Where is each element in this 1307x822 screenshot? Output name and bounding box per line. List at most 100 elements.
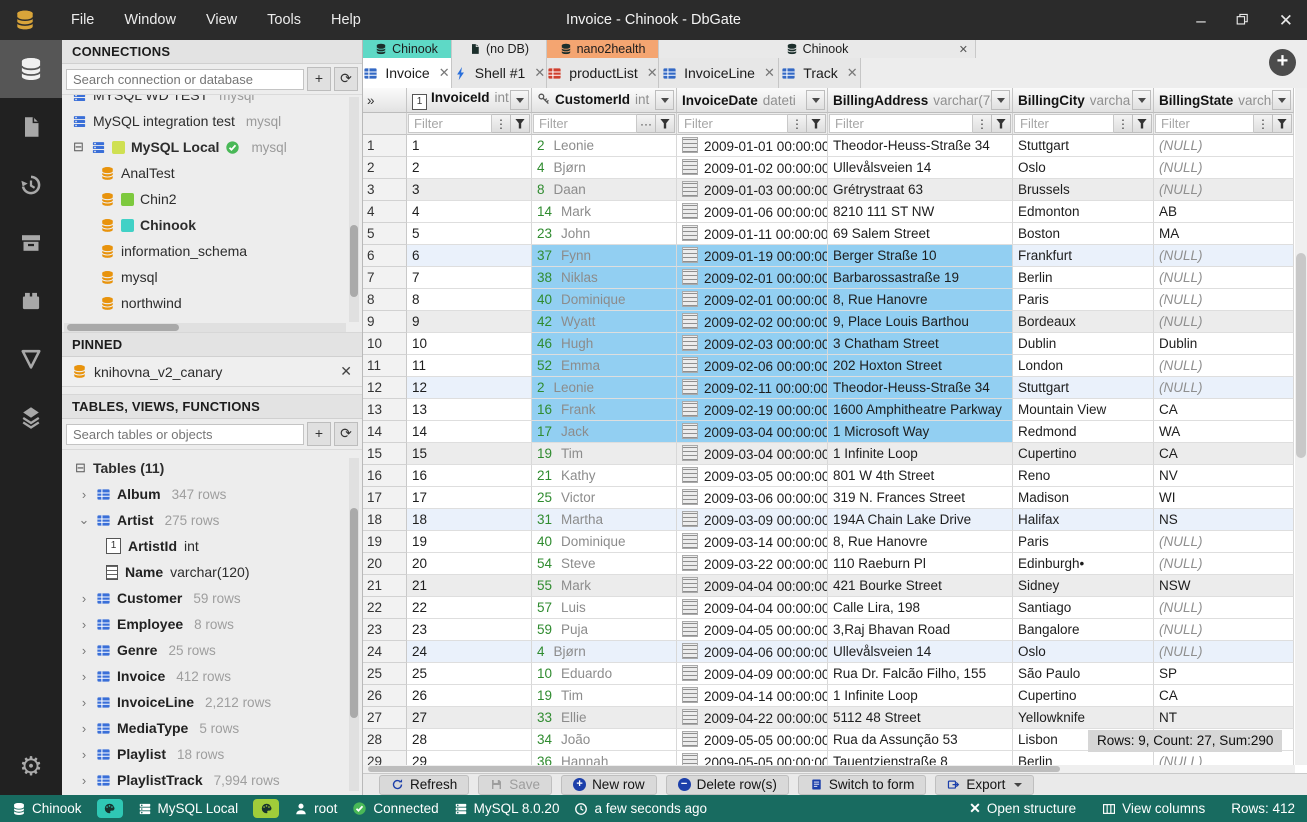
filter-funnel-button[interactable] bbox=[1133, 114, 1152, 133]
cell-billingstate[interactable]: (NULL) bbox=[1154, 641, 1294, 663]
chevron-right-icon[interactable]: › bbox=[78, 721, 90, 736]
status-connected[interactable]: Connected bbox=[352, 801, 439, 816]
cell-billingstate[interactable]: SP bbox=[1154, 663, 1294, 685]
cell-billingaddress[interactable]: 9, Place Louis Barthou bbox=[828, 311, 1013, 333]
grid-vertical-scrollbar[interactable] bbox=[1295, 88, 1307, 765]
row-number-cell[interactable]: 15 bbox=[362, 443, 407, 465]
restore-button[interactable] bbox=[1236, 12, 1249, 29]
collapse-icon[interactable]: ⊟ bbox=[74, 460, 87, 476]
cell-invoicedate[interactable]: 2009-02-03 00:00:00 bbox=[677, 333, 828, 355]
cell-billingstate[interactable]: (NULL) bbox=[1154, 245, 1294, 267]
cell-editor-icon[interactable] bbox=[682, 467, 698, 483]
cell-billingaddress[interactable]: Rua da Assunção 53 bbox=[828, 729, 1013, 751]
cell-billingcity[interactable]: Mountain View bbox=[1013, 399, 1154, 421]
cell-billingstate[interactable]: NS bbox=[1154, 509, 1294, 531]
chevron-right-icon[interactable]: › bbox=[78, 591, 90, 606]
cell-editor-icon[interactable] bbox=[682, 533, 698, 549]
cell-invoiceid[interactable]: 23 bbox=[407, 619, 532, 641]
db-tab-chinook[interactable]: Chinook bbox=[362, 40, 452, 58]
tab-track[interactable]: Track ✕ bbox=[779, 58, 861, 88]
cell-customerid[interactable]: 25 Victor bbox=[532, 487, 677, 509]
table-item-genre[interactable]: › Genre 25 rows bbox=[62, 637, 362, 663]
cell-customerid[interactable]: 40 Dominique bbox=[532, 289, 677, 311]
cell-billingstate[interactable]: (NULL) bbox=[1154, 157, 1294, 179]
delete-row-s--button[interactable]: − Delete row(s) bbox=[665, 774, 789, 795]
row-number-cell[interactable]: 4 bbox=[362, 201, 407, 223]
cell-billingstate[interactable]: (NULL) bbox=[1154, 597, 1294, 619]
column-header-invoiceid[interactable]: 1 InvoiceId int bbox=[407, 88, 532, 113]
cell-invoiceid[interactable]: 7 bbox=[407, 267, 532, 289]
scrollbar-thumb[interactable] bbox=[67, 324, 179, 331]
cell-invoicedate[interactable]: 2009-02-19 00:00:00 bbox=[677, 399, 828, 421]
cell-editor-icon[interactable] bbox=[682, 577, 698, 593]
cell-invoicedate[interactable]: 2009-02-01 00:00:00 bbox=[677, 289, 828, 311]
cell-editor-icon[interactable] bbox=[682, 643, 698, 659]
row-number-cell[interactable]: 1 bbox=[362, 135, 407, 157]
filter-funnel-button[interactable] bbox=[656, 114, 675, 133]
cell-editor-icon[interactable] bbox=[682, 511, 698, 527]
cell-billingaddress[interactable]: 8, Rue Hanovre bbox=[828, 289, 1013, 311]
cell-editor-icon[interactable] bbox=[682, 489, 698, 505]
connections-h-scrollbar[interactable] bbox=[64, 323, 346, 332]
cell-invoicedate[interactable]: 2009-03-06 00:00:00 bbox=[677, 487, 828, 509]
tab-shell-1[interactable]: Shell #1 ✕ bbox=[452, 58, 547, 88]
filter-menu-button[interactable]: ⋮ bbox=[973, 114, 992, 133]
cell-customerid[interactable]: 57 Luis bbox=[532, 597, 677, 619]
cell-invoicedate[interactable]: 2009-03-14 00:00:00 bbox=[677, 531, 828, 553]
cell-editor-icon[interactable] bbox=[682, 555, 698, 571]
tab-invoiceline[interactable]: InvoiceLine ✕ bbox=[659, 58, 779, 88]
cell-billingstate[interactable]: NT bbox=[1154, 707, 1294, 729]
status-view-columns[interactable]: View columns bbox=[1102, 801, 1205, 816]
cell-customerid[interactable]: 14 Mark bbox=[532, 201, 677, 223]
cell-customerid[interactable]: 31 Martha bbox=[532, 509, 677, 531]
cell-billingstate[interactable]: AB bbox=[1154, 201, 1294, 223]
row-number-cell[interactable]: 20 bbox=[362, 553, 407, 575]
connections-search-input[interactable] bbox=[66, 68, 304, 90]
cell-billingstate[interactable]: (NULL) bbox=[1154, 553, 1294, 575]
cell-billingstate[interactable]: NSW bbox=[1154, 575, 1294, 597]
cell-billingcity[interactable]: Cupertino bbox=[1013, 443, 1154, 465]
column-menu-button[interactable] bbox=[1132, 90, 1151, 110]
cell-billingcity[interactable]: Stuttgart bbox=[1013, 135, 1154, 157]
rail-item-archive[interactable] bbox=[0, 214, 62, 272]
cell-invoicedate[interactable]: 2009-01-11 00:00:00 bbox=[677, 223, 828, 245]
cell-billingcity[interactable]: Bordeaux bbox=[1013, 311, 1154, 333]
cell-invoiceid[interactable]: 21 bbox=[407, 575, 532, 597]
cell-customerid[interactable]: 2 Leonie bbox=[532, 135, 677, 157]
cell-invoicedate[interactable]: 2009-04-14 00:00:00 bbox=[677, 685, 828, 707]
row-number-cell[interactable]: 28 bbox=[362, 729, 407, 751]
switch-to-form-button[interactable]: Switch to form bbox=[797, 774, 927, 795]
refresh-tables-button[interactable]: ⟳ bbox=[334, 422, 358, 446]
cell-billingstate[interactable]: WI bbox=[1154, 487, 1294, 509]
cell-customerid[interactable]: 33 Ellie bbox=[532, 707, 677, 729]
cell-billingcity[interactable]: São Paulo bbox=[1013, 663, 1154, 685]
close-icon[interactable]: ✕ bbox=[534, 65, 545, 81]
cell-billingstate[interactable]: WA bbox=[1154, 421, 1294, 443]
cell-customerid[interactable]: 34 João bbox=[532, 729, 677, 751]
cell-invoiceid[interactable]: 16 bbox=[407, 465, 532, 487]
cell-invoicedate[interactable]: 2009-01-02 00:00:00 bbox=[677, 157, 828, 179]
grid-horizontal-scrollbar[interactable] bbox=[362, 765, 1295, 773]
row-number-cell[interactable]: 12 bbox=[362, 377, 407, 399]
row-number-cell[interactable]: 3 bbox=[362, 179, 407, 201]
cell-billingaddress[interactable]: Barbarossastraße 19 bbox=[828, 267, 1013, 289]
cell-invoiceid[interactable]: 22 bbox=[407, 597, 532, 619]
cell-editor-icon[interactable] bbox=[682, 137, 698, 153]
row-number-cell[interactable]: 7 bbox=[362, 267, 407, 289]
cell-billingaddress[interactable]: 69 Salem Street bbox=[828, 223, 1013, 245]
cell-invoicedate[interactable]: 2009-02-02 00:00:00 bbox=[677, 311, 828, 333]
cell-invoiceid[interactable]: 27 bbox=[407, 707, 532, 729]
cell-editor-icon[interactable] bbox=[682, 423, 698, 439]
cell-invoicedate[interactable]: 2009-04-05 00:00:00 bbox=[677, 619, 828, 641]
cell-billingstate[interactable]: (NULL) bbox=[1154, 267, 1294, 289]
row-number-cell[interactable]: 11 bbox=[362, 355, 407, 377]
cell-invoicedate[interactable]: 2009-03-22 00:00:00 bbox=[677, 553, 828, 575]
cell-billingaddress[interactable]: 801 W 4th Street bbox=[828, 465, 1013, 487]
cell-invoicedate[interactable]: 2009-03-04 00:00:00 bbox=[677, 421, 828, 443]
theme-badge[interactable] bbox=[96, 799, 123, 818]
status-rows-412[interactable]: Rows: 412 bbox=[1231, 801, 1295, 816]
cell-customerid[interactable]: 52 Emma bbox=[532, 355, 677, 377]
cell-billingcity[interactable]: Reno bbox=[1013, 465, 1154, 487]
export-button[interactable]: Export bbox=[935, 774, 1035, 795]
scrollbar-thumb[interactable] bbox=[350, 225, 358, 297]
